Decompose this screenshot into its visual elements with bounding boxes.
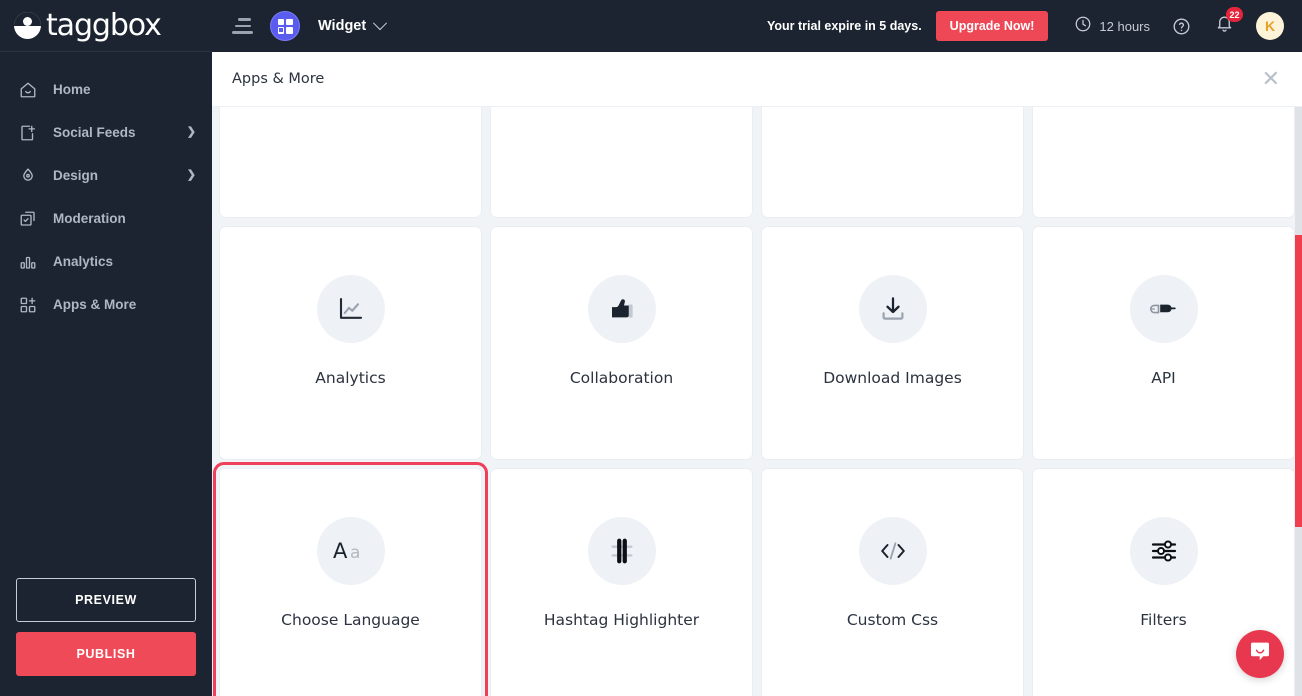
preview-button[interactable]: PREVIEW <box>16 578 196 622</box>
app-card-label: Download Images <box>823 369 962 387</box>
close-icon[interactable]: ✕ <box>1262 68 1280 90</box>
sidebar-item-design[interactable]: Design ❯ <box>0 154 212 197</box>
app-card-label: Filters <box>1140 611 1187 629</box>
app-card-hashtag-highlighter[interactable]: Hashtag Highlighter <box>491 469 752 696</box>
droplet-icon <box>18 166 37 185</box>
app-root: taggbox Home Social Feeds ❯ Design ❯ Mod… <box>0 0 1302 696</box>
plug-icon <box>1129 275 1198 343</box>
sidebar-item-label: Apps & More <box>53 297 137 312</box>
code-icon <box>858 517 927 585</box>
app-card-partial[interactable] <box>1033 107 1294 217</box>
svg-text:A: A <box>333 539 348 563</box>
sidebar-item-label: Social Feeds <box>53 125 136 140</box>
panel-header: Apps & More ✕ <box>212 52 1302 107</box>
clock-icon <box>1074 15 1092 38</box>
apps-more-panel: Apps & More ✕ Analytics Collaboration Do… <box>212 52 1302 696</box>
page-title: Apps & More <box>232 71 325 87</box>
apps-grid: Analytics Collaboration Download Images … <box>213 227 1294 696</box>
app-card-partial[interactable] <box>762 107 1023 217</box>
apps-grid-icon <box>18 295 37 314</box>
app-card-label: Custom Css <box>846 611 939 629</box>
widget-grid-icon[interactable] <box>270 11 300 41</box>
app-card-partial[interactable] <box>491 107 752 217</box>
chevron-right-icon: ❯ <box>186 169 196 181</box>
help-circle-icon[interactable] <box>1172 17 1191 36</box>
chat-bubble-icon <box>1247 639 1273 670</box>
sidebar-actions: PREVIEW PUBLISH <box>0 578 212 696</box>
apps-grid-container: Analytics Collaboration Download Images … <box>212 107 1302 696</box>
app-card-label: Choose Language <box>281 611 420 629</box>
sidebar-item-label: Design <box>53 168 99 183</box>
app-card-collaboration[interactable]: Collaboration <box>491 227 752 459</box>
sidebar-item-label: Moderation <box>53 211 126 226</box>
app-card-label: Collaboration <box>569 369 674 387</box>
brand-name: taggbox <box>46 7 162 43</box>
sidebar-item-label: Analytics <box>53 254 114 269</box>
bar-chart-icon <box>18 252 37 271</box>
hours-indicator[interactable]: 12 hours <box>1074 15 1150 38</box>
notifications-bell[interactable]: 22 <box>1215 7 1243 38</box>
app-card-partial[interactable] <box>220 107 481 217</box>
sidebar-item-analytics[interactable]: Analytics <box>0 240 212 283</box>
home-icon <box>18 80 37 99</box>
app-card-choose-language[interactable]: A a Choose Language <box>213 462 488 696</box>
apps-scroll-area[interactable]: Analytics Collaboration Download Images … <box>212 107 1302 696</box>
topbar: Widget Your trial expire in 5 days. Upgr… <box>212 0 1302 52</box>
svg-text:a: a <box>350 543 360 563</box>
app-card-api[interactable]: API <box>1033 227 1294 459</box>
publish-button[interactable]: PUBLISH <box>16 632 196 676</box>
moderation-icon <box>18 209 37 228</box>
app-card-label: Hashtag Highlighter <box>543 611 700 629</box>
thumbs-up-icon <box>587 275 656 343</box>
feed-add-icon <box>18 123 37 142</box>
sidebar-item-home[interactable]: Home <box>0 68 212 111</box>
hashtag-icon <box>587 517 656 585</box>
upgrade-now-button[interactable]: Upgrade Now! <box>935 11 1049 41</box>
taggbox-logo[interactable]: taggbox <box>14 7 162 43</box>
avatar[interactable]: K <box>1256 12 1284 40</box>
apps-grid-row-partial-top <box>220 107 1294 227</box>
aa-text-icon: A a <box>316 517 385 585</box>
chevron-down-icon[interactable] <box>373 16 388 31</box>
chevron-right-icon: ❯ <box>186 126 196 138</box>
sidebar-item-apps-more[interactable]: Apps & More <box>0 283 212 326</box>
sidebar-item-social-feeds[interactable]: Social Feeds ❯ <box>0 111 212 154</box>
main-column: Widget Your trial expire in 5 days. Upgr… <box>212 0 1302 696</box>
brand-header: taggbox <box>0 0 212 52</box>
scrollbar-track[interactable] <box>1295 107 1302 696</box>
taggbox-logo-icon <box>14 12 41 39</box>
hamburger-menu-icon[interactable] <box>232 17 254 35</box>
scrollbar-thumb[interactable] <box>1295 235 1302 527</box>
app-card-custom-css[interactable]: Custom Css <box>762 469 1023 696</box>
hours-text: 12 hours <box>1099 18 1150 34</box>
sliders-icon <box>1129 517 1198 585</box>
app-card-label: API <box>1151 369 1176 387</box>
app-card-label: Analytics <box>315 369 386 387</box>
line-chart-icon <box>316 275 385 343</box>
widget-title[interactable]: Widget <box>318 18 366 34</box>
trial-status-text: Your trial expire in 5 days. <box>766 19 922 33</box>
app-card-analytics[interactable]: Analytics <box>220 227 481 459</box>
notification-count-badge: 22 <box>1226 7 1243 22</box>
sidebar: taggbox Home Social Feeds ❯ Design ❯ Mod… <box>0 0 212 696</box>
download-icon <box>858 275 927 343</box>
sidebar-nav: Home Social Feeds ❯ Design ❯ Moderation … <box>0 68 212 578</box>
app-card-download-images[interactable]: Download Images <box>762 227 1023 459</box>
sidebar-item-moderation[interactable]: Moderation <box>0 197 212 240</box>
sidebar-item-label: Home <box>53 82 91 97</box>
chat-launcher-button[interactable] <box>1236 630 1284 678</box>
